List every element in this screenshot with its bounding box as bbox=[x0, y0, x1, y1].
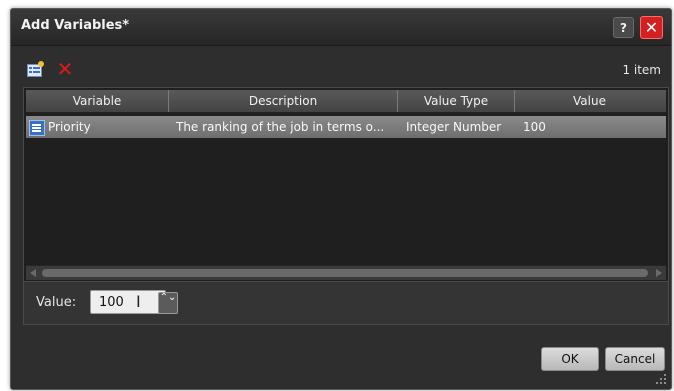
delete-icon[interactable]: ✕ bbox=[55, 59, 75, 79]
horizontal-scrollbar[interactable] bbox=[26, 265, 666, 280]
value-input-text: 100 bbox=[99, 295, 124, 310]
scroll-right-icon[interactable] bbox=[656, 269, 662, 277]
scrollbar-thumb[interactable] bbox=[42, 269, 648, 277]
cell-variable: Priority bbox=[48, 120, 91, 134]
table-row[interactable]: Priority The ranking of the job in terms… bbox=[26, 116, 666, 138]
cell-value-type: Integer Number bbox=[406, 120, 502, 134]
dialog-titlebar: Add Variables* ? ✕ bbox=[11, 9, 671, 46]
dialog-title: Add Variables* bbox=[21, 18, 130, 33]
cancel-button[interactable]: Cancel bbox=[605, 347, 665, 371]
value-label: Value: bbox=[36, 295, 77, 310]
cell-value: 100 bbox=[523, 120, 546, 134]
add-variable-icon[interactable] bbox=[27, 61, 45, 77]
value-editor-panel: Value: 100 I ⌃⌄ bbox=[23, 281, 669, 325]
text-cursor-icon: I bbox=[136, 292, 141, 311]
ok-button[interactable]: OK bbox=[541, 347, 599, 371]
resize-grip-icon[interactable] bbox=[655, 373, 667, 385]
column-header-variable[interactable]: Variable bbox=[26, 90, 169, 112]
item-count: 1 item bbox=[622, 63, 661, 77]
value-input[interactable]: 100 I bbox=[90, 290, 166, 314]
column-header-value[interactable]: Value bbox=[515, 90, 664, 112]
close-button[interactable]: ✕ bbox=[640, 16, 663, 39]
table-header: Variable Description Value Type Value bbox=[26, 90, 666, 113]
column-header-value-type[interactable]: Value Type bbox=[398, 90, 515, 112]
value-stepper[interactable]: ⌃⌄ bbox=[158, 292, 178, 314]
scroll-left-icon[interactable] bbox=[30, 269, 36, 277]
add-variables-dialog: Add Variables* ? ✕ ✕ 1 item Variable Des… bbox=[10, 8, 672, 390]
help-button[interactable]: ? bbox=[613, 17, 634, 38]
column-header-description[interactable]: Description bbox=[169, 90, 398, 112]
cell-description: The ranking of the job in terms o... bbox=[176, 120, 385, 134]
variable-icon bbox=[29, 120, 45, 136]
variables-table: Variable Description Value Type Value Pr… bbox=[23, 87, 669, 283]
